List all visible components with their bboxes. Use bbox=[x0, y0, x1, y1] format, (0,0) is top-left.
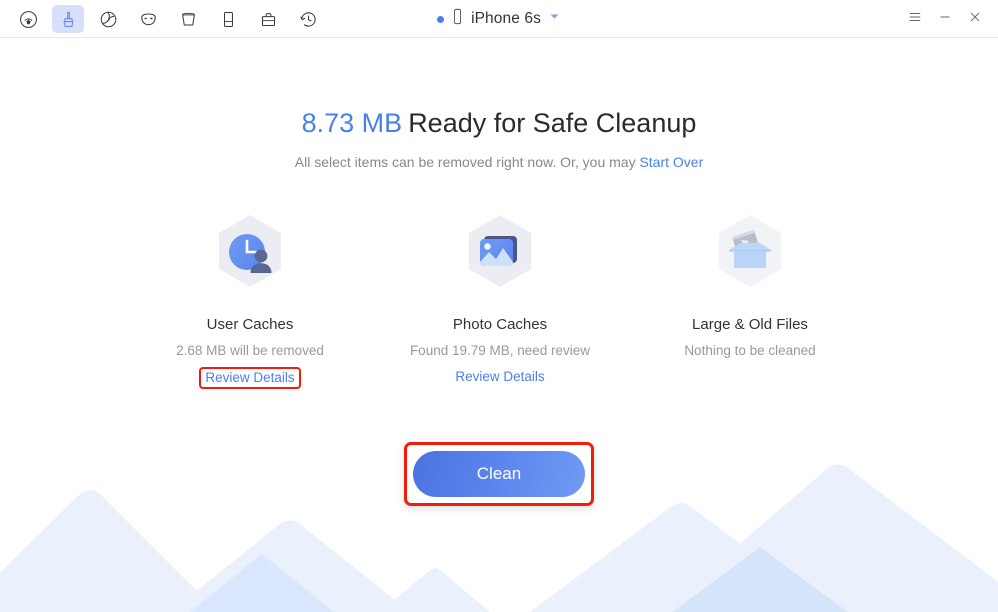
bucket-icon bbox=[179, 10, 198, 29]
card-photo-caches: Photo Caches Found 19.79 MB, need review… bbox=[390, 210, 610, 389]
subtitle-text: All select items can be removed right no… bbox=[294, 154, 640, 170]
cleanup-status-text: Ready for Safe Cleanup bbox=[408, 108, 697, 138]
signal-drop-icon bbox=[19, 10, 38, 29]
toolbar-item-app-manager[interactable] bbox=[92, 5, 124, 33]
menu-button[interactable] bbox=[900, 4, 930, 34]
minimize-button[interactable] bbox=[930, 4, 960, 34]
clean-button-highlight: Clean bbox=[404, 442, 594, 506]
card-user-caches: User Caches 2.68 MB will be removed Revi… bbox=[140, 210, 360, 389]
toolbar-item-privacy[interactable] bbox=[132, 5, 164, 33]
category-cards: User Caches 2.68 MB will be removed Revi… bbox=[140, 210, 860, 389]
cleanup-size-value: 8.73 MB bbox=[301, 108, 403, 138]
device-selector[interactable]: iPhone 6s bbox=[437, 8, 561, 30]
minimize-icon bbox=[938, 10, 952, 29]
phone-icon bbox=[451, 8, 464, 30]
hamburger-menu-icon bbox=[908, 10, 922, 29]
device-icon bbox=[219, 10, 238, 29]
card-subtitle: Nothing to be cleaned bbox=[684, 343, 816, 358]
page-title: 8.73 MB Ready for Safe Cleanup bbox=[0, 108, 998, 139]
card-subtitle: Found 19.79 MB, need review bbox=[409, 343, 591, 358]
card-title: User Caches bbox=[206, 316, 294, 333]
close-button[interactable] bbox=[960, 4, 990, 34]
main-content: 8.73 MB Ready for Safe Cleanup All select… bbox=[0, 38, 998, 612]
device-name-label: iPhone 6s bbox=[471, 10, 541, 27]
card-title: Photo Caches bbox=[452, 316, 548, 333]
window-controls bbox=[900, 0, 990, 38]
close-icon bbox=[968, 10, 982, 29]
title-bar: iPhone 6s bbox=[0, 0, 998, 38]
photo-icon bbox=[455, 210, 545, 300]
chevron-down-icon[interactable] bbox=[548, 10, 561, 28]
box-film-icon bbox=[705, 210, 795, 300]
mask-icon bbox=[139, 10, 158, 29]
device-status-dot bbox=[437, 15, 445, 23]
toolbar-item-phone-clean[interactable] bbox=[12, 5, 44, 33]
review-details-link-user-caches[interactable]: Review Details bbox=[199, 367, 301, 389]
review-details-link-photo-caches[interactable]: Review Details bbox=[450, 367, 549, 387]
clean-button[interactable]: Clean bbox=[413, 451, 585, 497]
card-subtitle: 2.68 MB will be removed bbox=[176, 343, 324, 358]
toolbar-item-history[interactable] bbox=[292, 5, 324, 33]
app-toolbar bbox=[8, 0, 328, 38]
start-over-link[interactable]: Start Over bbox=[639, 154, 703, 170]
toolbar-item-cleaner[interactable] bbox=[52, 5, 84, 33]
card-title: Large & Old Files bbox=[692, 316, 808, 333]
toolbar-item-device[interactable] bbox=[212, 5, 244, 33]
clock-user-icon bbox=[205, 210, 295, 300]
card-large-old-files: Large & Old Files Nothing to be cleaned bbox=[640, 210, 860, 389]
circle-slash-icon bbox=[99, 10, 118, 29]
brush-icon bbox=[59, 10, 78, 29]
clock-history-icon bbox=[299, 10, 318, 29]
briefcase-icon bbox=[259, 10, 278, 29]
toolbar-item-eraser[interactable] bbox=[172, 5, 204, 33]
toolbar-item-toolkit[interactable] bbox=[252, 5, 284, 33]
page-subtitle: All select items can be removed right no… bbox=[0, 154, 998, 170]
clean-button-area: Clean bbox=[0, 442, 998, 506]
